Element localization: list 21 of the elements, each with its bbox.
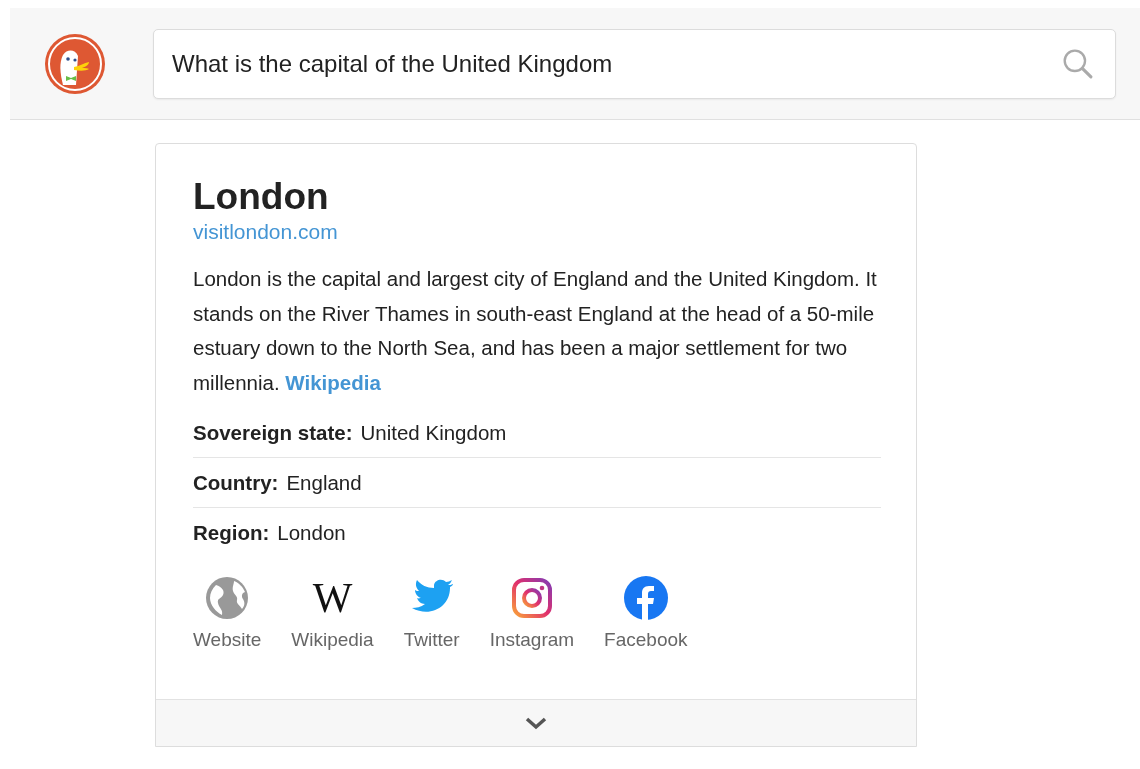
search-field[interactable]: What is the capital of the United Kingdom bbox=[153, 28, 1116, 99]
source-link[interactable]: Wikipedia bbox=[285, 370, 381, 394]
profile-link[interactable]: Facebook bbox=[604, 575, 688, 651]
wikipedia-icon: W bbox=[312, 575, 353, 621]
chevron-down-icon[interactable] bbox=[524, 716, 548, 730]
fact-value: England bbox=[286, 471, 362, 495]
answer-title: London bbox=[193, 175, 330, 219]
fact-value: London bbox=[277, 521, 346, 545]
fact-label: Country: bbox=[193, 471, 279, 495]
profile-link[interactable]: Website bbox=[193, 575, 262, 651]
profile-link[interactable]: Twitter bbox=[403, 575, 460, 651]
site-link[interactable]: visitlondon.com bbox=[193, 220, 338, 244]
fact-label: Sovereign state: bbox=[193, 421, 353, 445]
fact-value: United Kingdom bbox=[360, 421, 507, 445]
duck-logo[interactable] bbox=[44, 32, 106, 95]
globe-icon bbox=[204, 575, 251, 621]
profile-link[interactable]: W Wikipedia bbox=[291, 575, 374, 651]
abstract-text: London is the capital and largest city of England and the United Kingdom. It stands on the River Thames in south-east England at the head of a 50-mile estuary down to the North Sea, and has been a major settlement for two millennia. Wikipedia bbox=[193, 266, 878, 396]
profile-link[interactable]: Instagram bbox=[489, 575, 575, 651]
facebook-icon bbox=[622, 575, 669, 621]
fact-label: Region: bbox=[193, 521, 270, 545]
